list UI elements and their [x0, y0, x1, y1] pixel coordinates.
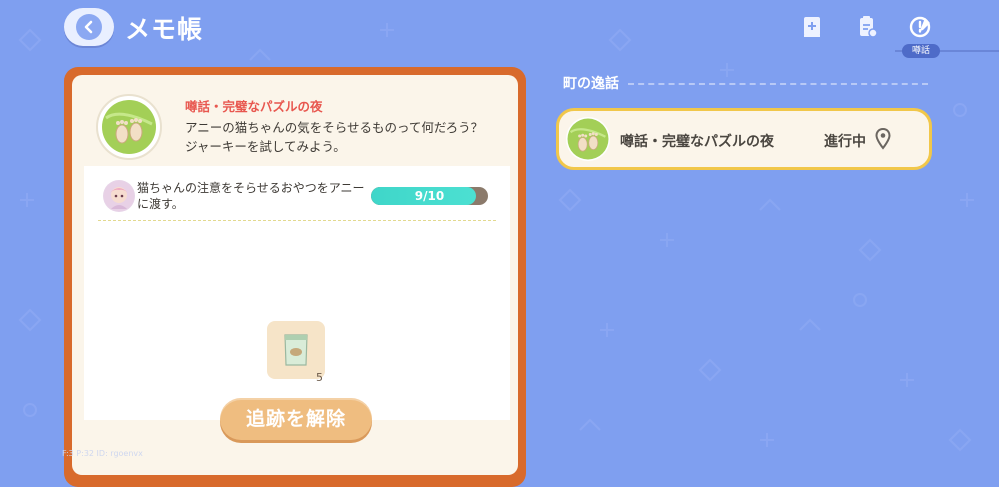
- task-progress-text: 9/10: [414, 189, 445, 203]
- location-pin-icon[interactable]: [875, 128, 891, 150]
- debug-overlay: F:3 P:32 ID: rgoenvx: [62, 449, 143, 458]
- quest-paw-icon: [96, 94, 162, 160]
- rumor-item-status: 進行中: [824, 134, 866, 150]
- task-text: 猫ちゃんの注意をそらせるおやつをアニーに渡す。: [137, 181, 365, 211]
- quest-title: 噂話・完璧なパズルの夜: [185, 99, 323, 114]
- task-progress-bar: 9/10: [371, 187, 488, 205]
- section-divider: [628, 83, 928, 85]
- annie-avatar: [103, 180, 135, 212]
- checklist-icon[interactable]: [852, 12, 882, 42]
- section-label-town-anecdotes: 町の逸話: [563, 76, 619, 92]
- back-button[interactable]: [64, 8, 114, 46]
- item-count: 5: [316, 371, 323, 384]
- add-note-icon[interactable]: [797, 12, 827, 42]
- back-arrow-icon: [76, 14, 102, 40]
- quest-description: アニーの猫ちゃんの気をそらせるものって何だろう？ジャーキーを試してみよう。: [185, 120, 484, 154]
- quest-paw-icon: [566, 117, 610, 161]
- jerky-bag-icon: [284, 334, 308, 366]
- page-title: メモ帳: [125, 15, 204, 44]
- untrack-button[interactable]: 追跡を解除: [220, 398, 372, 440]
- rumor-edit-icon[interactable]: [906, 12, 936, 42]
- task-divider: [98, 220, 496, 221]
- active-tab-label[interactable]: 噂話: [902, 44, 940, 58]
- rumor-item-title: 噂話・完璧なパズルの夜: [620, 134, 774, 150]
